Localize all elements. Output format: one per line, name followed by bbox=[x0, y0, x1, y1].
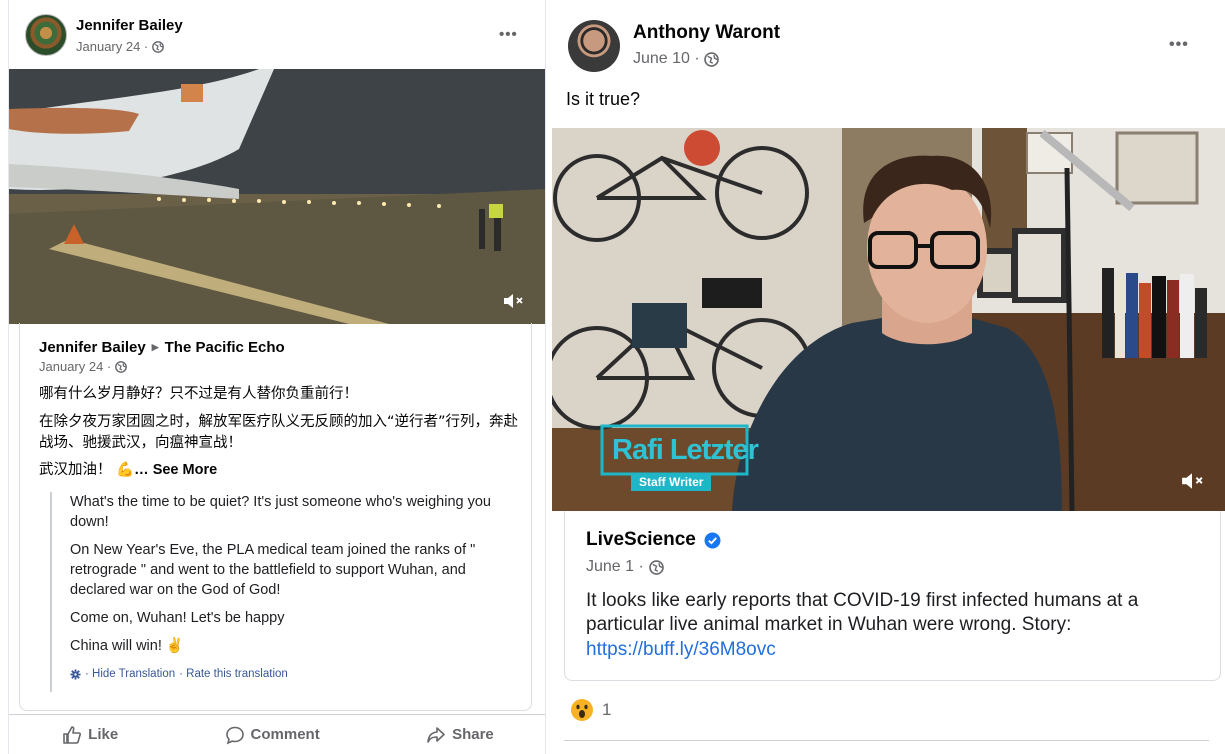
thumbs-up-icon bbox=[63, 725, 82, 744]
see-more-link[interactable]: … See More bbox=[134, 462, 217, 478]
post-menu-button[interactable]: ••• bbox=[1169, 36, 1189, 54]
post-text-paragraph: 在除夕夜万家团圆之时，解放军医疗队义无反顾的加入“逆行者”行列，奔赴战场、驰援武… bbox=[39, 414, 519, 451]
divider bbox=[564, 740, 1209, 741]
share-arrow-icon bbox=[427, 726, 445, 743]
mute-icon[interactable] bbox=[501, 291, 525, 311]
post-menu-button[interactable]: ••• bbox=[499, 26, 518, 43]
shared-link-card[interactable]: LiveScience June 1 · It looks like early… bbox=[564, 511, 1221, 681]
globe-icon bbox=[152, 40, 165, 53]
link-date-text[interactable]: June 1 · bbox=[586, 558, 644, 576]
verified-badge-icon bbox=[704, 532, 721, 548]
reactions-summary[interactable]: 1 bbox=[570, 698, 611, 722]
translation-paragraph: Come on, Wuhan! Let's be happy bbox=[70, 610, 285, 626]
translation-paragraph: On New Year's Eve, the PLA medical team … bbox=[70, 542, 476, 598]
post-date: June 10 · bbox=[633, 50, 719, 68]
post-text-line: 哪有什么岁月静好？只不过是有人替你负重前行！ bbox=[39, 386, 358, 402]
post-actions-bar: Like Comment Share bbox=[9, 714, 545, 754]
shared-author-name[interactable]: Jennifer Bailey bbox=[39, 339, 146, 356]
post-video[interactable] bbox=[9, 69, 545, 324]
post-text-line-last: 武汉加油！ 💪… See More bbox=[39, 460, 519, 481]
shared-post-header: Jennifer Bailey ▶ The Pacific Echo bbox=[39, 339, 285, 356]
post-date-text[interactable]: January 24 · bbox=[76, 39, 148, 54]
post-caption: Is it true? bbox=[566, 89, 641, 109]
shared-post-card: Jennifer Bailey ▶ The Pacific Echo Janua… bbox=[19, 323, 532, 711]
translation-paragraph: What's the time to be quiet? It's just s… bbox=[70, 494, 491, 530]
left-post: Jennifer Bailey January 24 · ••• Jennife… bbox=[8, 0, 546, 754]
reaction-count: 1 bbox=[602, 700, 612, 719]
author-name[interactable]: Anthony Waront bbox=[633, 22, 780, 44]
translation-text: China will win! bbox=[70, 638, 162, 654]
author-avatar[interactable] bbox=[568, 20, 620, 72]
hide-translation-link[interactable]: · Hide Translation bbox=[85, 664, 175, 684]
translation-paragraph-last: China will win! ✌️ bbox=[70, 636, 520, 656]
flexed-biceps-icon: 💪 bbox=[116, 462, 135, 478]
post-video[interactable]: Rafi Letzter Staff Writer bbox=[552, 128, 1225, 511]
globe-icon bbox=[703, 51, 719, 67]
shared-date-text[interactable]: January 24 · bbox=[39, 359, 111, 374]
mute-icon[interactable] bbox=[1178, 470, 1203, 490]
gear-icon bbox=[70, 668, 81, 680]
share-button[interactable]: Share bbox=[426, 725, 494, 745]
victory-hand-icon: ✌️ bbox=[165, 638, 184, 654]
shared-page-name[interactable]: The Pacific Echo bbox=[165, 339, 285, 356]
translation-links: · Hide Translation · Rate this translati… bbox=[70, 664, 520, 684]
shared-post-date: January 24 · bbox=[39, 359, 128, 374]
rate-translation-link[interactable]: · Rate this translation bbox=[179, 664, 288, 684]
caret-right-icon: ▶ bbox=[151, 342, 159, 352]
video-frame bbox=[9, 69, 545, 324]
comment-button[interactable]: Comment bbox=[225, 725, 320, 745]
translation-block: What's the time to be quiet? It's just s… bbox=[50, 492, 520, 692]
comment-icon bbox=[225, 726, 244, 744]
author-name[interactable]: Jennifer Bailey bbox=[76, 17, 183, 34]
wow-reaction-icon bbox=[571, 699, 593, 721]
comment-label: Comment bbox=[250, 726, 320, 743]
author-avatar[interactable] bbox=[25, 14, 67, 56]
link-source-name[interactable]: LiveScience bbox=[586, 529, 696, 551]
link-description: It looks like early reports that COVID-1… bbox=[586, 590, 1139, 635]
share-label: Share bbox=[452, 726, 494, 743]
right-post: Anthony Waront June 10 · ••• Is it true? bbox=[552, 0, 1225, 754]
link-source: LiveScience bbox=[586, 529, 721, 551]
like-button[interactable]: Like bbox=[62, 725, 118, 745]
globe-icon bbox=[649, 559, 664, 575]
like-label: Like bbox=[88, 726, 119, 743]
post-date-text[interactable]: June 10 · bbox=[633, 50, 700, 68]
lower-third-title: Staff Writer bbox=[631, 473, 712, 491]
link-date: June 1 · bbox=[586, 558, 664, 576]
link-url[interactable]: https://buff.ly/36M8ovc bbox=[586, 639, 776, 661]
globe-icon bbox=[115, 360, 128, 373]
post-text-wuhan: 武汉加油！ bbox=[39, 462, 112, 478]
post-date: January 24 · bbox=[76, 39, 165, 54]
lower-third-name: Rafi Letzter bbox=[612, 434, 759, 466]
